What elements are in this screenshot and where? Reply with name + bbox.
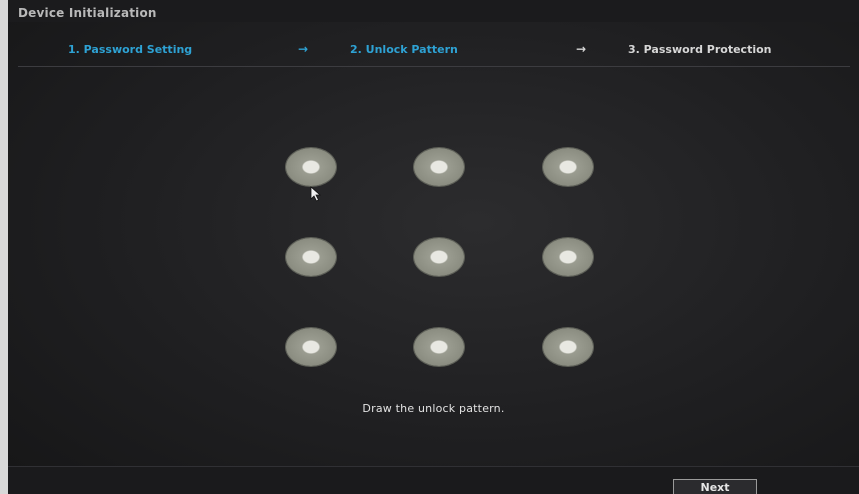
pattern-dot-6[interactable] [543,238,593,276]
mouse-pointer-icon [310,186,322,202]
pattern-hint-text: Draw the unlock pattern. [362,402,505,415]
pattern-dot-2[interactable] [414,148,464,186]
pattern-dot-5[interactable] [414,238,464,276]
unlock-pattern-grid[interactable] [8,0,859,494]
pattern-dot-3[interactable] [543,148,593,186]
pattern-dot-7[interactable] [286,328,336,366]
pattern-dot-1[interactable] [286,148,336,186]
pattern-dot-8[interactable] [414,328,464,366]
next-button[interactable]: Next [673,479,757,494]
pattern-dot-4[interactable] [286,238,336,276]
device-initialization-screen: Device Initialization 1. Password Settin… [8,0,859,494]
pattern-dot-9[interactable] [543,328,593,366]
